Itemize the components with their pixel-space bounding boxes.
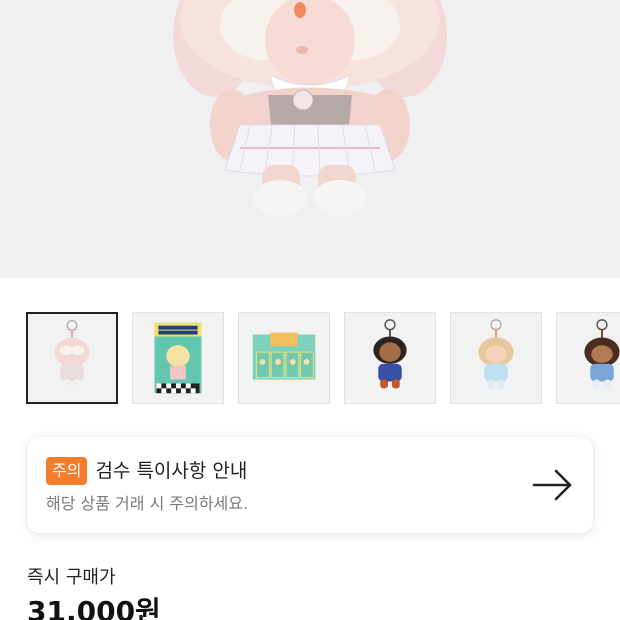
thumbnail-brown-doll[interactable]	[556, 312, 620, 404]
blonde-doll-keyring-image	[478, 319, 514, 390]
product-detail-page: 주의 검수 특이사항 안내 해당 상품 거래 시 주의하세요. 즉시 구매가 3…	[0, 0, 620, 620]
inspection-notice-card[interactable]: 주의 검수 특이사항 안내 해당 상품 거래 시 주의하세요.	[27, 437, 593, 533]
notice-title: 검수 특이사항 안내	[95, 460, 248, 482]
plush-doll-image	[173, 0, 447, 216]
arrow-right-icon[interactable]	[532, 467, 574, 503]
thumbnail-blonde-doll[interactable]	[450, 312, 542, 404]
box-front-image	[154, 322, 202, 394]
display-box-image	[252, 332, 316, 380]
brown-doll-keyring-image	[584, 319, 620, 390]
pink-doll-keyring-image	[54, 319, 90, 389]
thumbnail-dark-doll[interactable]	[344, 312, 436, 404]
caution-badge: 주의	[46, 457, 88, 485]
thumbnail-box-front[interactable]	[132, 312, 224, 404]
instant-buy-price-value: 31,000원	[27, 595, 161, 620]
dark-doll-keyring-image	[373, 319, 407, 389]
thumbnail-display-box[interactable]	[238, 312, 330, 404]
thumbnail-pink-doll[interactable]	[26, 312, 118, 404]
product-main-image[interactable]	[0, 0, 620, 278]
notice-header: 주의 검수 특이사항 안내	[46, 457, 247, 485]
thumbnail-strip	[26, 312, 620, 404]
notice-subtitle: 해당 상품 거래 시 주의하세요.	[46, 494, 249, 513]
instant-buy-price-label: 즉시 구매가	[27, 567, 116, 588]
